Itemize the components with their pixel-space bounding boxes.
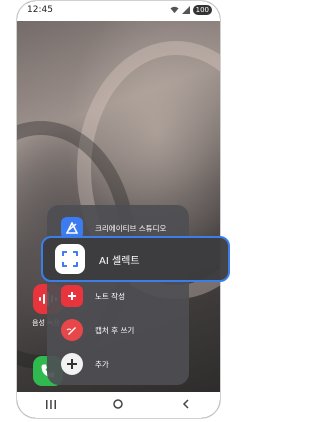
- navigation-bar: [17, 392, 220, 418]
- edge-panel-menu: 크리에이티브 스튜디오 노트 작성 캡처 후 쓰기 추가: [47, 205, 189, 385]
- status-time: 12:45: [27, 5, 53, 15]
- menu-item-capture-write[interactable]: 캡처 후 쓰기: [47, 313, 189, 347]
- battery-icon: 100: [192, 5, 212, 15]
- capture-write-icon: [61, 319, 83, 341]
- phone-screen: 12:45 100 음성 녹음 크리에이티브 스튜디오 노트 작성 캡처 후 쓰…: [16, 0, 221, 419]
- note-add-icon: [61, 285, 83, 307]
- ai-select-label: AI 셀렉트: [99, 255, 140, 267]
- back-icon[interactable]: [171, 398, 201, 412]
- recents-icon[interactable]: [36, 399, 66, 412]
- menu-item-label: 캡처 후 쓰기: [95, 325, 135, 335]
- menu-item-label: 노트 작성: [95, 291, 125, 301]
- menu-item-add[interactable]: 추가: [47, 347, 189, 381]
- status-icons: 100: [170, 5, 212, 15]
- signal-icon: [181, 6, 190, 14]
- ai-select-card[interactable]: AI 셀렉트: [41, 236, 230, 282]
- wifi-icon: [170, 6, 179, 14]
- menu-item-note[interactable]: 노트 작성: [47, 279, 189, 313]
- menu-item-label: 크리에이티브 스튜디오: [95, 223, 167, 233]
- ai-select-icon: [55, 244, 85, 274]
- menu-item-label: 추가: [95, 359, 109, 369]
- status-bar: 12:45 100: [17, 1, 220, 21]
- plus-icon: [61, 353, 83, 375]
- home-icon[interactable]: [103, 398, 133, 412]
